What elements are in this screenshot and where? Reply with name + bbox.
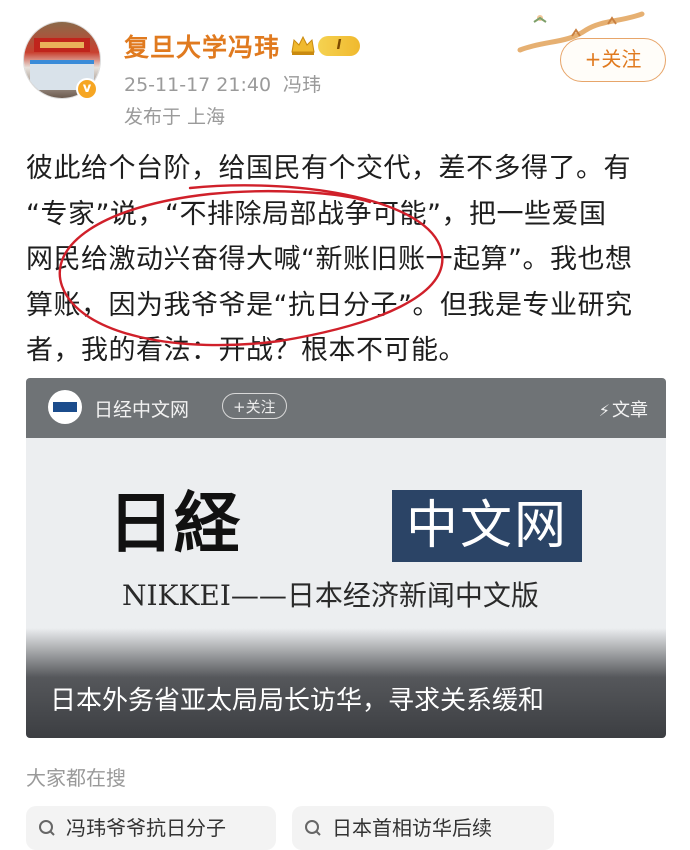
search-icon xyxy=(305,820,321,836)
post-location: 发布于 上海 xyxy=(124,106,226,128)
verified-badge-icon: v xyxy=(76,78,98,100)
card-topbar: 日经中文网 +关注 ⚡ 文章 xyxy=(26,378,666,438)
card-title[interactable]: 日本外务省亚太局局长访华，寻求关系缓和 xyxy=(50,680,544,717)
nikkei-subtitle: NIKKEI——日本经济新闻中文版 xyxy=(122,579,539,612)
author-name[interactable]: 复旦大学冯玮 xyxy=(124,28,280,64)
post-meta: 25-11-17 21:40 冯玮 xyxy=(124,70,321,97)
post-line: “专家”说，“不排除局部战争可能”，把一些爱国 xyxy=(26,198,607,230)
search-icon xyxy=(39,820,55,836)
search-chip-label: 冯玮爷爷抗日分子 xyxy=(66,816,226,840)
nikkei-logo-icon[interactable] xyxy=(48,390,82,424)
lightning-icon: ⚡ xyxy=(598,401,610,420)
logo-calligraphy-text: 日経 xyxy=(108,488,241,558)
level-badge[interactable]: I xyxy=(318,36,360,56)
nikkei-calligraphy-logo: 日経 xyxy=(108,488,241,558)
follow-button[interactable]: +关注 xyxy=(560,38,666,82)
linked-article-card[interactable]: 日经中文网 +关注 ⚡ 文章 日経 中文网 NIKKEI——日本经济新闻中文版 日… xyxy=(26,378,666,738)
post-line: 彼此给个台阶，给国民有个交代，差不多得了。有 xyxy=(26,153,631,184)
post-timestamp: 25-11-17 21:40 xyxy=(124,74,272,96)
post-line: 网民给激动兴奋得大喊“新账旧账一起算”。我也想 xyxy=(26,244,633,275)
search-chip-label: 日本首相访华后续 xyxy=(332,816,492,840)
card-type-tag: ⚡ 文章 xyxy=(599,396,648,422)
post-line: 者，我的看法：开战？根本不可能。 xyxy=(26,335,466,366)
trending-search-label: 大家都在搜 xyxy=(26,766,126,790)
avatar-shop-sign xyxy=(34,38,90,52)
post-body: 彼此给个台阶，给国民有个交代，差不多得了。有 “专家”说，“不排除局部战争可能”… xyxy=(26,146,666,374)
post-header: v 复旦大学冯玮 I 25-11-17 21:40 冯玮 发布于 上海 +关注 xyxy=(0,0,690,140)
search-chip[interactable]: 日本首相访华后续 xyxy=(292,806,554,850)
post-author-short: 冯玮 xyxy=(283,74,322,96)
card-type-label: 文章 xyxy=(612,400,648,421)
nikkei-chinese-box: 中文网 xyxy=(392,490,582,562)
card-follow-button[interactable]: +关注 xyxy=(222,393,287,419)
search-chip[interactable]: 冯玮爷爷抗日分子 xyxy=(26,806,276,850)
crown-icon xyxy=(291,35,315,55)
card-source-name[interactable]: 日经中文网 xyxy=(94,395,189,422)
post-line: 算账，因为我爷爷是“抗日分子”。但我是专业研究 xyxy=(26,289,633,321)
